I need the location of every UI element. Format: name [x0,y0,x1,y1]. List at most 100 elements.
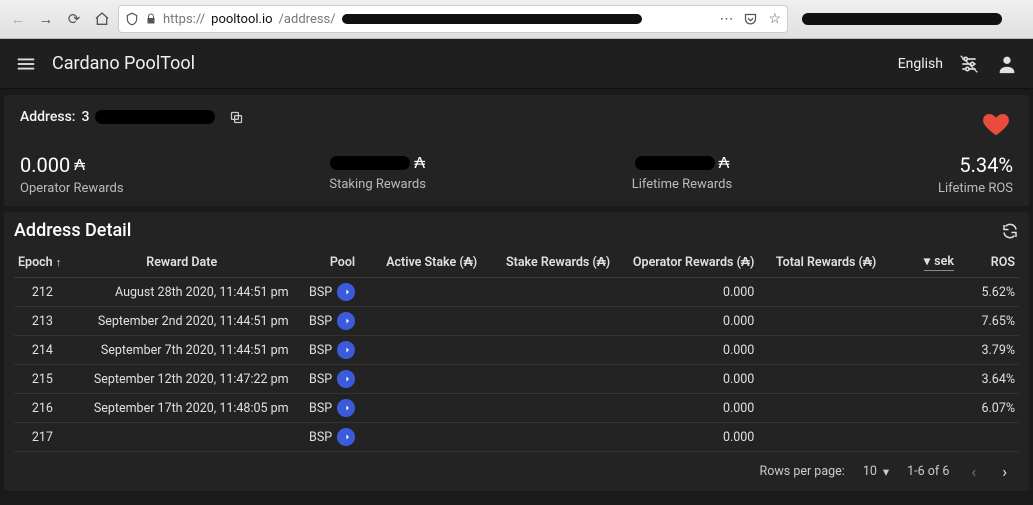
cell-active-stake [359,336,481,365]
refresh-icon[interactable] [1001,222,1019,240]
cell-currency [880,307,958,336]
stat-operator-rewards: 0.000₳ Operator Rewards [20,153,124,196]
col-reward-date[interactable]: Reward Date [71,247,293,278]
app-header: Cardano PoolTool English [0,39,1033,89]
pool-ticker: BSP [309,372,332,387]
pocket-icon[interactable] [743,12,758,27]
cell-active-stake [359,307,481,336]
pool-link-icon[interactable] [337,312,355,330]
rows-per-page-select[interactable]: 10 ▾ [863,464,889,480]
col-currency[interactable]: ▾ sek [880,247,958,278]
more-icon[interactable]: ⋯ [719,11,733,27]
cell-ros [958,423,1019,452]
cell-date: September 7th 2020, 11:44:51 pm [71,336,293,365]
ada-icon: ₳ [719,153,730,173]
cell-stake-rewards [481,307,614,336]
cell-pool: BSP [293,365,360,394]
table-row[interactable]: 214September 7th 2020, 11:44:51 pmBSP0.0… [14,336,1019,365]
cell-stake-rewards [481,336,614,365]
address-label: Address: [20,109,75,125]
pool-link-icon[interactable] [337,341,355,359]
table-row[interactable]: 212August 28th 2020, 11:44:51 pmBSP0.000… [14,278,1019,307]
operator-rewards-label: Operator Rewards [20,181,124,196]
cell-active-stake [359,278,481,307]
col-pool[interactable]: Pool [293,247,360,278]
cell-currency [880,336,958,365]
pagination: Rows per page: 10 ▾ 1-6 of 6 ‹ › [14,452,1019,483]
cell-pool: BSP [293,278,360,307]
table-row[interactable]: 216September 17th 2020, 11:48:05 pmBSP0.… [14,394,1019,423]
user-icon[interactable] [995,52,1019,76]
pool-link-icon[interactable] [337,370,355,388]
app-title: Cardano PoolTool [52,53,195,74]
cell-currency [880,394,958,423]
rows-per-page-value: 10 [863,464,877,479]
prev-page-button[interactable]: ‹ [967,462,980,481]
browser-chrome: ← → ⟳ https://pooltool.io/address/ ⋯ ☆ [0,0,1033,39]
address-detail: Address Detail Epoch ↑ Reward Date Pool … [4,212,1029,491]
copy-icon[interactable] [229,110,244,125]
table-row[interactable]: 215September 12th 2020, 11:47:22 pm BSP 0.… [14,365,1019,394]
pool-link-icon[interactable] [337,428,355,446]
detail-table: Epoch ↑ Reward Date Pool Active Stake (₳… [14,247,1019,452]
tune-icon[interactable] [957,52,981,76]
cell-pool: BSP [293,307,360,336]
cell-operator-rewards: 0.000 [614,423,758,452]
cell-total-rewards [758,307,880,336]
cell-date: September 2nd 2020, 11:44:51 pm [71,307,293,336]
star-icon[interactable]: ☆ [768,11,781,27]
col-total-rewards[interactable]: Total Rewards (₳) [758,247,880,278]
cell-date: September 12th 2020, 11:47:22 pm [71,365,293,394]
next-page-button[interactable]: › [998,462,1011,481]
pool-ticker: BSP [309,285,332,300]
language-selector[interactable]: English [898,56,943,72]
col-operator-rewards[interactable]: Operator Rewards (₳) [614,247,758,278]
menu-icon[interactable] [14,52,38,76]
lifetime-rewards-redacted [635,156,715,170]
back-button[interactable]: ← [6,7,30,31]
col-ros[interactable]: ROS [958,247,1019,278]
table-row[interactable]: 213September 2nd 2020, 11:44:51 pmBSP0.0… [14,307,1019,336]
col-epoch[interactable]: Epoch ↑ [14,247,71,278]
url-bar[interactable]: https://pooltool.io/address/ ⋯ ☆ [118,5,788,33]
home-button[interactable] [90,7,114,31]
pool-ticker: BSP [309,430,332,445]
cell-operator-rewards: 0.000 [614,365,758,394]
cell-stake-rewards [481,365,614,394]
cell-total-rewards [758,365,880,394]
chrome-tail [792,13,1027,25]
forward-button[interactable]: → [34,7,58,31]
ada-icon: ₳ [414,153,425,173]
lifetime-ros-value: 5.34% [959,153,1013,177]
cell-active-stake [359,394,481,423]
url-redacted [342,14,642,24]
cell-epoch: 217 [14,423,71,452]
cell-total-rewards [758,278,880,307]
pagination-range: 1-6 of 6 [907,464,949,479]
cell-epoch: 215 [14,365,71,394]
cell-operator-rewards: 0.000 [614,278,758,307]
cell-date: September 17th 2020, 11:48:05 pm [71,394,293,423]
col-active-stake[interactable]: Active Stake (₳) [359,247,481,278]
pool-ticker: BSP [309,401,332,416]
staking-rewards-redacted [330,156,410,170]
cell-ros: 3.79% [958,336,1019,365]
favorite-icon[interactable] [981,109,1011,139]
pool-ticker: BSP [309,343,332,358]
cell-total-rewards [758,336,880,365]
pool-link-icon[interactable] [337,283,355,301]
col-stake-rewards[interactable]: Stake Rewards (₳) [481,247,614,278]
pool-link-icon[interactable] [337,399,355,417]
cell-currency [880,278,958,307]
rows-per-page-label: Rows per page: [760,464,845,479]
cell-currency [880,423,958,452]
cell-epoch: 213 [14,307,71,336]
cell-ros: 6.07% [958,394,1019,423]
cell-stake-rewards [481,423,614,452]
table-row[interactable]: 217 BSP 0.000 [14,423,1019,452]
address-card: Address: 3 0.000₳ Operator Rewards ₳ Sta… [4,95,1029,206]
cell-ros: 5.62% [958,278,1019,307]
cell-active-stake [359,365,481,394]
cell-active-stake [359,423,481,452]
reload-button[interactable]: ⟳ [62,7,86,31]
